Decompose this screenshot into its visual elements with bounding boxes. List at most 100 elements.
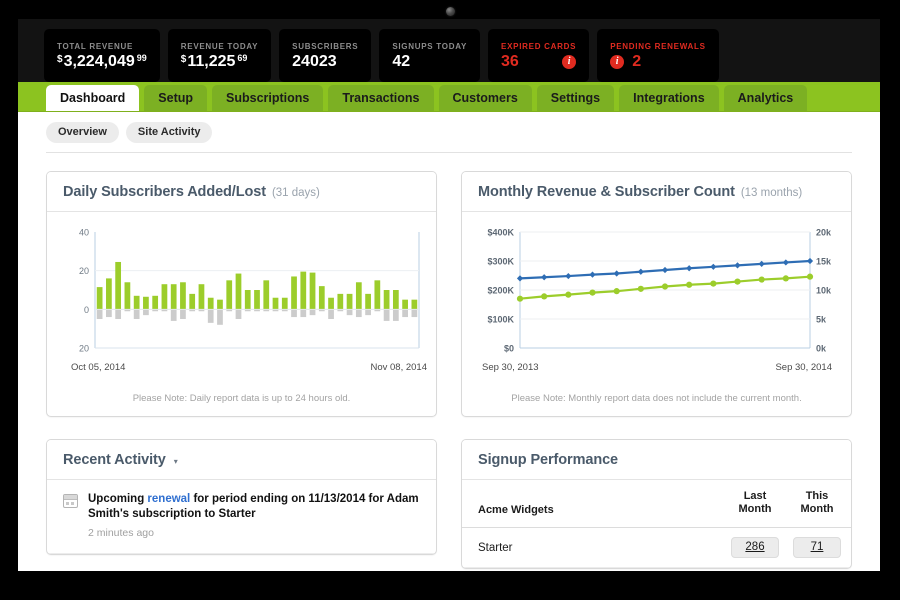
stat-value: 42 [392,54,467,70]
stat-card-signups-today[interactable]: SIGNUPS TODAY 42 [379,29,481,82]
bar-added [124,282,131,310]
data-point [661,283,669,290]
svg-text:$200K: $200K [487,286,514,296]
daily-subscribers-subtitle: (31 days) [271,187,320,199]
stat-label: PENDING RENEWALS [610,42,706,51]
bar-added [318,286,325,310]
left-column: Daily Subscribers Added/Lost (31 days) 4… [46,171,437,571]
data-point [734,262,741,269]
bar-added [96,287,103,310]
renewal-link[interactable]: renewal [147,493,190,505]
bar-added [207,297,214,310]
svg-text:Sep 30, 2013: Sep 30, 2013 [482,362,539,373]
right-column: Monthly Revenue & Subscriber Count (13 m… [461,171,852,571]
data-point [589,271,596,278]
bar-added [226,280,233,310]
bar-lost [402,309,408,318]
bar-added [337,293,344,310]
bar-added [309,272,316,310]
tab-customers[interactable]: Customers [438,84,532,111]
stat-label: TOTAL REVENUE [57,42,134,51]
chevron-down-icon[interactable]: ▾ [174,457,178,466]
daily-subscribers-title: Daily Subscribers Added/Lost [63,184,266,200]
last-month-count-link[interactable]: 286 [731,537,779,559]
stat-card-revenue-today[interactable]: REVENUE TODAY $11,225 69 [167,29,272,82]
info-icon[interactable]: i [610,55,625,69]
svg-text:Sep 30, 2014: Sep 30, 2014 [775,362,832,373]
monthly-revenue-note: Please Note: Monthly report data does no… [511,393,802,404]
tab-dashboard[interactable]: Dashboard [46,84,140,111]
bar-lost [207,309,214,323]
recent-activity-panel: Recent Activity ▾ Upcoming renewal for p… [46,439,437,555]
bar-added [244,290,251,310]
monthly-revenue-panel: Monthly Revenue & Subscriber Count (13 m… [461,171,852,417]
tab-integrations[interactable]: Integrations [619,84,719,111]
bar-added [411,299,418,310]
data-point [686,265,693,272]
stat-value: 36 i [501,53,577,70]
stat-number: 3,224,049 [63,53,135,70]
stat-card-expired-cards[interactable]: EXPIRED CARDS 36 i [488,29,590,82]
data-point [758,260,765,267]
data-point [516,295,524,302]
stat-alert-row: 36 i [501,53,577,70]
currency-symbol: $ [180,54,187,65]
stat-number: 36 [501,53,519,70]
monthly-revenue-line-chart[interactable]: $0 $100K $200K $300K $400K 0k 5k 10k 15k 20k Sep 3… [476,224,844,384]
data-point [686,281,693,288]
column-header-last-month: Last Month [727,480,789,529]
stat-label: SUBSCRIBERS [292,42,359,51]
stat-cents: 69 [237,53,248,63]
data-point [541,274,548,281]
svg-text:5k: 5k [816,315,827,325]
info-icon[interactable]: i [562,55,577,69]
tab-transactions[interactable]: Transactions [328,84,434,111]
list-item[interactable]: Upcoming renewal for period ending on 11… [47,480,436,554]
data-point [782,275,789,282]
this-month-count-link[interactable]: 71 [793,537,841,559]
activity-text: Upcoming renewal for period ending on 11… [88,492,420,523]
bar-added [291,276,297,310]
data-point [589,289,596,296]
subtab-overview[interactable]: Overview [46,122,119,143]
stat-number-group: $3,224,049 99 [57,54,147,70]
signup-performance-header: Signup Performance [462,440,851,480]
bar-added [133,295,140,310]
bar-added [143,296,149,310]
svg-text:0k: 0k [816,344,827,354]
bar-lost [309,309,316,316]
tab-settings[interactable]: Settings [536,84,615,111]
stat-number-group: 42 [392,54,410,70]
stat-card-subscribers[interactable]: SUBSCRIBERS 24023 [279,29,372,82]
bar-lost [217,309,223,325]
subtab-site-activity[interactable]: Site Activity [125,122,213,143]
tab-subscriptions[interactable]: Subscriptions [212,84,324,111]
signup-performance-panel: Signup Performance Acme Widgets Last Mon… [461,439,852,570]
monthly-revenue-title: Monthly Revenue & Subscriber Count [478,184,735,200]
daily-subscribers-header: Daily Subscribers Added/Lost (31 days) [47,172,436,212]
activity-text-before: Upcoming [88,493,148,505]
stat-value: i2 [610,54,706,70]
data-point [637,268,644,275]
daily-subscribers-bar-chart[interactable]: 40 20 0 20 Oct 05, 2014 Nov 08, 2014 [61,224,429,384]
sub-navigation: Overview Site Activity [18,112,880,152]
svg-text:0: 0 [84,305,89,315]
bar-lost [346,309,353,316]
stat-card-pending-renewals[interactable]: PENDING RENEWALS i 2 [597,29,719,82]
svg-text:40: 40 [79,228,89,238]
stat-card-total-revenue[interactable]: TOTAL REVENUE $3,224,049 99 [44,29,160,82]
bar-lost [143,309,149,316]
svg-text:$100K: $100K [487,315,514,325]
bar-added [263,280,270,310]
bar-lost [411,309,418,318]
tab-analytics[interactable]: Analytics [723,84,808,111]
bar-added [217,299,223,310]
stat-cents: 99 [136,53,147,63]
stat-value: $11,225 69 [181,54,258,70]
data-point [782,259,789,266]
bar-added [198,284,205,310]
bar-lost [170,309,177,321]
tab-setup[interactable]: Setup [144,84,208,111]
bar-added [365,293,371,310]
bar-lost [180,309,186,319]
